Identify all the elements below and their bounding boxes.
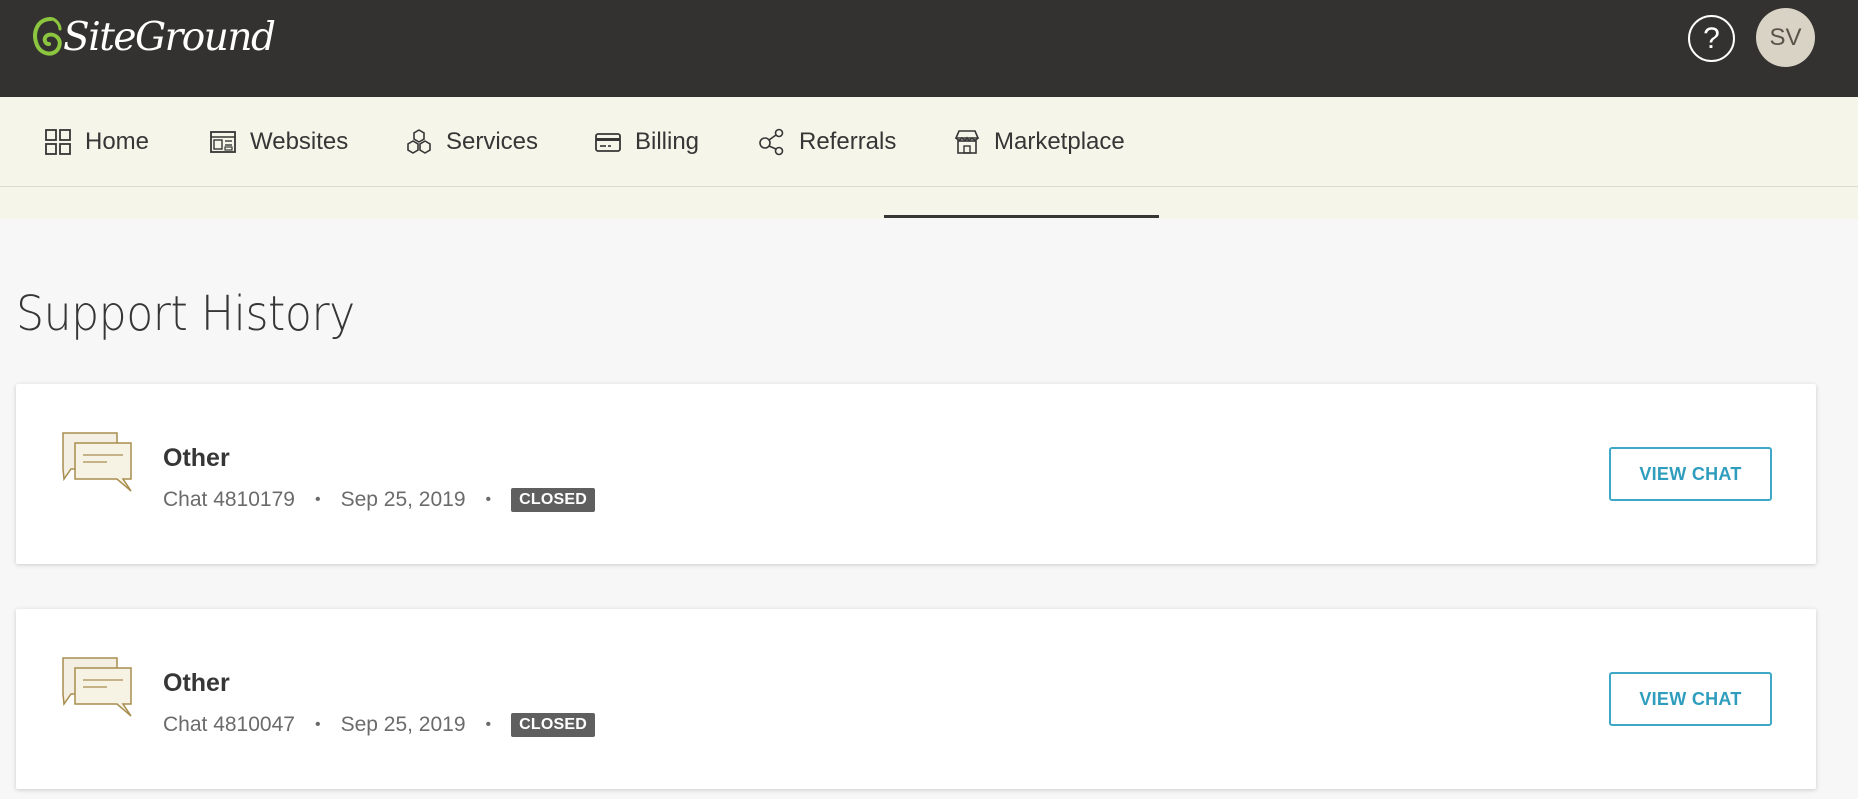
chat-date: Sep 25, 2019 xyxy=(340,488,466,511)
status-badge: CLOSED xyxy=(511,713,595,737)
nav-item-services[interactable]: Services xyxy=(405,97,538,187)
nav-item-label: Websites xyxy=(250,128,349,155)
chat-bubbles-icon xyxy=(62,432,132,492)
logo-text: SiteGround xyxy=(63,15,276,60)
grid-icon xyxy=(45,129,71,155)
nav-item-referrals[interactable]: Referrals xyxy=(758,97,896,187)
status-badge: CLOSED xyxy=(511,488,595,512)
chat-title: Other xyxy=(163,669,230,697)
question-circle-icon: ? xyxy=(1703,21,1720,55)
chat-bubbles-icon xyxy=(62,657,132,717)
page-title: Support History xyxy=(16,286,355,342)
siteground-logo[interactable]: SiteGround xyxy=(29,14,276,62)
services-icon xyxy=(407,129,431,154)
nav-item-label: Home xyxy=(85,128,150,155)
chat-card: Other Chat 4810047 • Sep 25, 2019 • CLOS… xyxy=(16,609,1816,789)
chat-meta: Chat 4810047 • Sep 25, 2019 • CLOSED xyxy=(163,713,595,737)
nav-active-indicator xyxy=(884,215,1159,218)
view-chat-button[interactable]: VIEW CHAT xyxy=(1609,447,1772,501)
chat-id: Chat 4810179 xyxy=(163,488,295,511)
chat-card: Other Chat 4810179 • Sep 25, 2019 • CLOS… xyxy=(16,384,1816,564)
separator-dot: • xyxy=(314,716,321,733)
nav-item-billing[interactable]: Billing xyxy=(594,97,699,187)
view-chat-button[interactable]: VIEW CHAT xyxy=(1609,672,1772,726)
chat-meta: Chat 4810179 • Sep 25, 2019 • CLOSED xyxy=(163,488,595,512)
nav-item-label: Billing xyxy=(635,128,700,155)
chat-date: Sep 25, 2019 xyxy=(340,713,466,736)
help-button[interactable]: ? xyxy=(1688,15,1735,62)
credit-card-icon xyxy=(595,133,621,152)
separator-dot: • xyxy=(314,491,321,508)
nav-item-marketplace[interactable]: Marketplace xyxy=(953,97,1125,187)
nav-item-websites[interactable]: Websites xyxy=(209,97,348,187)
store-icon xyxy=(954,130,980,154)
website-icon xyxy=(210,131,236,153)
top-bar xyxy=(0,0,1858,97)
siteground-logo-icon xyxy=(33,17,62,56)
share-icon xyxy=(759,128,784,156)
avatar[interactable]: SV xyxy=(1756,8,1815,67)
nav-item-home[interactable]: Home xyxy=(44,97,149,187)
nav-item-label: Referrals xyxy=(799,128,897,155)
chat-title: Other xyxy=(163,444,230,472)
separator-dot: • xyxy=(485,716,492,733)
separator-dot: • xyxy=(485,491,492,508)
chat-id: Chat 4810047 xyxy=(163,713,295,736)
nav-item-label: Services xyxy=(446,128,539,155)
nav-item-label: Marketplace xyxy=(994,128,1125,155)
